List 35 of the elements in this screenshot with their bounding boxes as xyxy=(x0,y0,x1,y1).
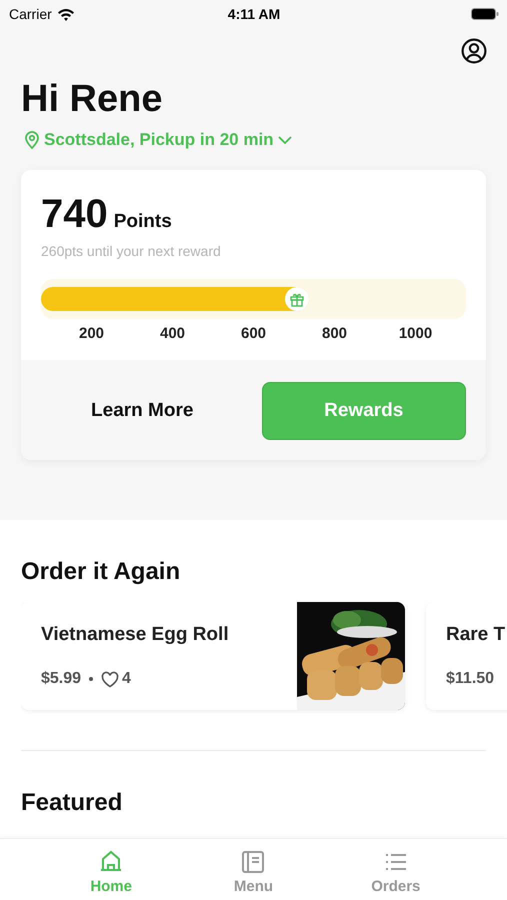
learn-more-button[interactable]: Learn More xyxy=(41,382,244,440)
tick-label: 400 xyxy=(158,325,186,342)
book-icon xyxy=(240,849,266,873)
gift-icon xyxy=(288,291,305,307)
greeting-title: Hi Rene xyxy=(21,77,164,122)
section-title: Featured xyxy=(21,789,124,817)
location-pin-icon xyxy=(23,130,41,150)
separator-dot xyxy=(89,677,94,681)
item-name: Vietnamese Egg Roll xyxy=(41,624,230,646)
battery-icon xyxy=(470,8,499,20)
tick-label: 800 xyxy=(320,325,348,342)
carrier-label: Carrier xyxy=(9,6,52,22)
order-card[interactable]: Rare T $11.50 xyxy=(426,602,507,710)
section-title: Order it Again xyxy=(21,557,182,587)
tick-label: 600 xyxy=(240,325,268,342)
wifi-icon xyxy=(56,7,75,21)
rewards-button[interactable]: Rewards xyxy=(262,382,466,440)
points-value: 740 xyxy=(41,192,108,237)
heart-icon xyxy=(101,670,120,688)
tab-home[interactable]: Home xyxy=(66,839,156,900)
item-name: Rare T xyxy=(446,624,506,646)
location-selector[interactable]: Scottsdale, Pickup in 20 min xyxy=(23,130,293,150)
clock-time: 4:11 AM xyxy=(228,6,280,22)
tab-orders[interactable]: Orders xyxy=(350,839,441,900)
reward-subtitle: 260pts until your next reward xyxy=(41,243,222,259)
order-card[interactable]: Vietnamese Egg Roll $5.99 4 xyxy=(21,602,405,710)
like-count: 4 xyxy=(122,670,131,688)
item-price: $11.50 xyxy=(446,670,494,688)
points-label: Points xyxy=(114,211,172,233)
profile-icon[interactable] xyxy=(461,38,487,64)
tick-label: 200 xyxy=(78,325,106,342)
chevron-down-icon xyxy=(276,135,293,145)
tab-menu[interactable]: Menu xyxy=(208,839,298,900)
item-price: $5.99 xyxy=(41,670,82,688)
tick-label: 1000 xyxy=(398,325,434,342)
